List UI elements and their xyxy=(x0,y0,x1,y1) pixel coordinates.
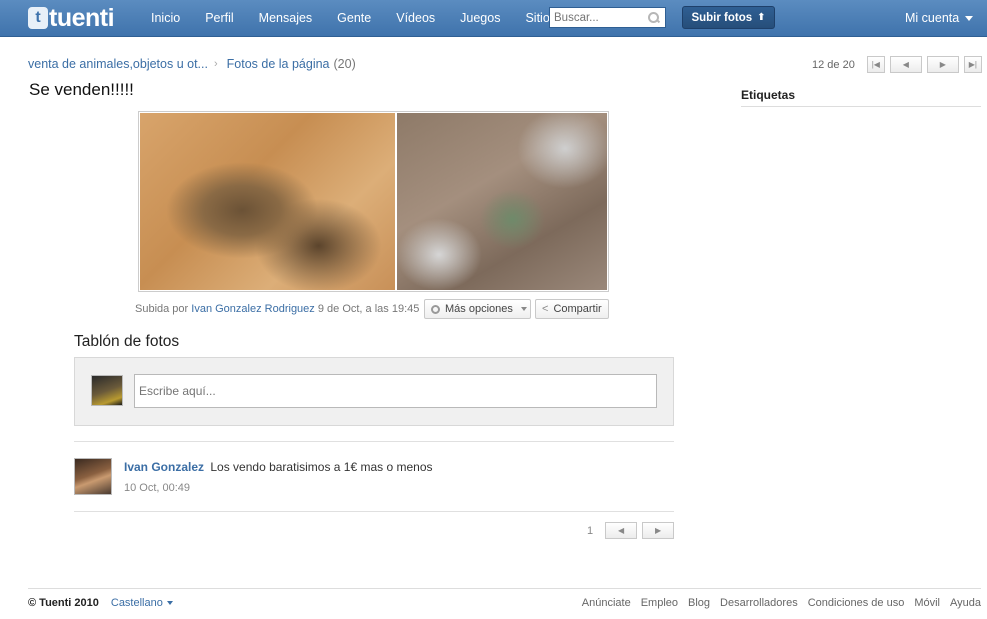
share-icon: < xyxy=(542,303,549,315)
lizard-photo-right xyxy=(396,113,607,290)
share-label: Compartir xyxy=(553,303,602,315)
top-navigation-bar: t tuenti Inicio Perfil Mensajes Gente Ví… xyxy=(0,0,987,37)
previous-comments-button[interactable]: ◀ xyxy=(605,522,638,539)
divider xyxy=(741,106,981,107)
more-options-button[interactable]: Más opciones xyxy=(424,299,531,319)
chevron-down-icon xyxy=(965,15,974,21)
language-selector[interactable]: Castellano xyxy=(111,597,163,609)
footer-links: Anúnciate Empleo Blog Desarrolladores Co… xyxy=(572,597,981,609)
next-photo-button[interactable]: ▶ xyxy=(926,56,959,73)
comment-text: Los vendo baratisimos a 1€ mas o menos xyxy=(210,460,433,474)
gear-icon xyxy=(431,304,440,314)
nav-perfil[interactable]: Perfil xyxy=(205,11,233,25)
share-button[interactable]: < Compartir xyxy=(535,299,609,319)
wall-comment-input[interactable] xyxy=(134,374,657,408)
divider xyxy=(74,511,674,512)
chevron-down-icon xyxy=(520,307,527,311)
comment-pager: 1 ◀ ▶ xyxy=(587,522,675,539)
divider xyxy=(74,441,674,442)
breadcrumb-page-link[interactable]: venta de animales,objetos u ot... xyxy=(28,57,208,71)
photo-count: (20) xyxy=(333,57,356,71)
copyright: © Tuenti 2010 xyxy=(28,597,99,609)
previous-photo-button[interactable]: ◀ xyxy=(889,56,922,73)
breadcrumb-separator-icon: › xyxy=(213,58,218,70)
footer-link-anunciate[interactable]: Anúnciate xyxy=(582,597,631,609)
search-icon[interactable] xyxy=(646,11,660,25)
upload-arrow-icon: ⬆ xyxy=(757,12,766,23)
tags-title: Etiquetas xyxy=(741,88,796,102)
uploaded-by-label: Subida por xyxy=(135,303,189,315)
tuenti-logo-icon: t xyxy=(28,7,48,29)
next-comments-button[interactable]: ▶ xyxy=(642,522,675,539)
nav-mensajes[interactable]: Mensajes xyxy=(259,11,313,25)
upload-photos-button[interactable]: Subir fotos ⬆ xyxy=(682,6,775,29)
upload-label: Subir fotos xyxy=(691,11,753,24)
search-box xyxy=(549,7,666,28)
comment-page-number: 1 xyxy=(587,524,594,537)
comment-author-link[interactable]: Ivan Gonzalez xyxy=(124,460,204,474)
nav-videos[interactable]: Vídeos xyxy=(396,11,435,25)
photo-wall-title: Tablón de fotos xyxy=(74,333,180,350)
comment-date: 10 Oct, 00:49 xyxy=(124,482,191,494)
nav-inicio[interactable]: Inicio xyxy=(151,11,180,25)
chevron-down-icon xyxy=(166,601,173,605)
account-label: Mi cuenta xyxy=(905,11,960,25)
breadcrumb-photos-link[interactable]: Fotos de la página xyxy=(227,57,330,71)
photo-title: Se venden!!!!! xyxy=(29,80,134,99)
footer-left: © Tuenti 2010 Castellano xyxy=(28,597,173,609)
more-options-label: Más opciones xyxy=(445,303,513,315)
photo-pager: 12 de 20 |◀ ◀ ▶ ▶| xyxy=(812,56,982,73)
first-photo-button[interactable]: |◀ xyxy=(866,56,885,73)
my-account-menu[interactable]: Mi cuenta xyxy=(905,0,974,36)
breadcrumb: venta de animales,objetos u ot... › Foto… xyxy=(28,57,356,71)
avatar xyxy=(91,375,123,406)
logo-text: tuenti xyxy=(49,4,115,32)
uploader-link[interactable]: Ivan Gonzalez Rodriguez xyxy=(191,303,315,315)
last-photo-button[interactable]: ▶| xyxy=(963,56,982,73)
lizard-photo-left xyxy=(140,113,395,290)
photo-meta: Subida por Ivan Gonzalez Rodriguez 9 de … xyxy=(135,303,419,315)
footer-link-blog[interactable]: Blog xyxy=(688,597,710,609)
footer-link-condiciones[interactable]: Condiciones de uso xyxy=(808,597,905,609)
footer-link-desarrolladores[interactable]: Desarrolladores xyxy=(720,597,798,609)
comment-body: Ivan Gonzalez Los vendo baratisimos a 1€… xyxy=(124,460,433,474)
nav-juegos[interactable]: Juegos xyxy=(460,11,500,25)
photo-position: 12 de 20 xyxy=(812,58,855,71)
tuenti-logo[interactable]: t tuenti xyxy=(28,4,115,32)
main-nav: Inicio Perfil Mensajes Gente Vídeos Jueg… xyxy=(151,0,581,36)
footer-link-ayuda[interactable]: Ayuda xyxy=(950,597,981,609)
photo-frame[interactable] xyxy=(138,111,609,292)
comment-avatar[interactable] xyxy=(74,458,112,495)
footer-link-movil[interactable]: Móvil xyxy=(914,597,940,609)
upload-date: 9 de Oct, a las 19:45 xyxy=(317,303,420,315)
footer-divider xyxy=(28,588,981,589)
footer-link-empleo[interactable]: Empleo xyxy=(641,597,678,609)
nav-gente[interactable]: Gente xyxy=(337,11,371,25)
search-input[interactable] xyxy=(550,8,646,27)
